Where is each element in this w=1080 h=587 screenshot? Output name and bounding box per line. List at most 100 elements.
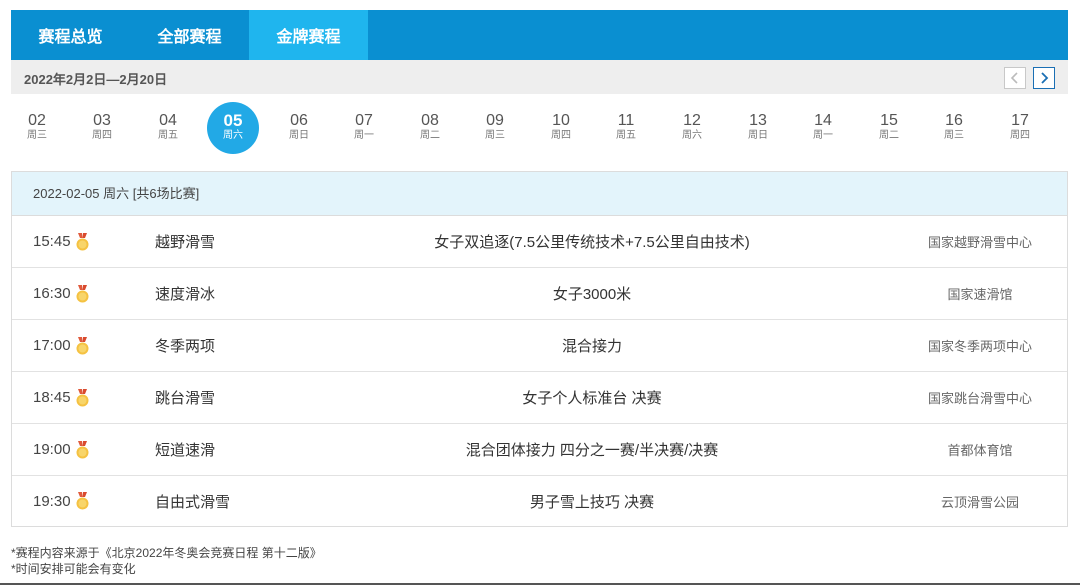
gold-medal-icon xyxy=(76,232,89,250)
event-name: 女子双追逐(7.5公里传统技术+7.5公里自由技术) xyxy=(434,234,750,251)
day-item[interactable]: 14 周一 xyxy=(797,102,849,154)
day-weekday: 周六 xyxy=(223,130,243,141)
tab-all-schedule[interactable]: 全部赛程 xyxy=(130,10,249,60)
venue-name: 国家跳台滑雪中心 xyxy=(927,391,1032,406)
sport-name: 冬季两项 xyxy=(155,338,216,355)
event-time: 17:00 xyxy=(33,337,71,354)
tab-gold-medal-schedule[interactable]: 金牌赛程 xyxy=(249,10,368,60)
venue-name: 首都体育馆 xyxy=(947,443,1013,458)
event-name: 混合接力 xyxy=(561,338,622,355)
day-weekday: 周二 xyxy=(879,130,899,141)
chevron-right-icon xyxy=(1041,72,1049,84)
day-item[interactable]: 06 周日 xyxy=(273,102,325,154)
event-name: 女子个人标准台 决赛 xyxy=(522,390,662,407)
table-row[interactable]: 18:45 跳台滑雪 女子个人标准台 决赛 国家跳台滑雪中心 xyxy=(12,372,1067,424)
day-weekday: 周一 xyxy=(354,130,374,141)
day-number: 07 xyxy=(355,112,373,129)
table-row[interactable]: 19:00 短道速滑 混合团体接力 四分之一赛/半决赛/决赛 首都体育馆 xyxy=(12,424,1067,476)
day-item[interactable]: 16 周三 xyxy=(928,102,980,154)
gold-medal-icon xyxy=(76,440,89,458)
prev-button[interactable] xyxy=(1004,67,1026,89)
day-number: 16 xyxy=(945,112,963,129)
day-number: 12 xyxy=(683,112,701,129)
day-weekday: 周一 xyxy=(813,130,833,141)
divider xyxy=(0,583,1080,585)
day-item[interactable]: 15 周二 xyxy=(863,102,915,154)
sport-name: 自由式滑雪 xyxy=(155,493,231,511)
day-weekday: 周日 xyxy=(289,130,309,141)
table-row[interactable]: 17:00 冬季两项 混合接力 国家冬季两项中心 xyxy=(12,320,1067,372)
event-time: 16:30 xyxy=(33,285,71,302)
day-item[interactable]: 12 周六 xyxy=(666,102,718,154)
chevron-left-icon xyxy=(1010,72,1018,84)
gold-medal-icon xyxy=(76,284,89,302)
day-item[interactable]: 07 周一 xyxy=(338,102,390,154)
day-weekday: 周日 xyxy=(748,130,768,141)
sport-name: 短道速滑 xyxy=(155,442,216,459)
time-cell: 18:45 xyxy=(33,372,90,423)
day-number: 02 xyxy=(28,112,46,129)
day-number: 06 xyxy=(290,112,308,129)
day-number: 04 xyxy=(159,112,177,129)
event-time: 15:45 xyxy=(33,233,71,250)
venue-name: 国家冬季两项中心 xyxy=(927,339,1032,354)
footnote-disclaimer: *时间安排可能会有变化 xyxy=(11,562,136,576)
venue-name: 国家速滑馆 xyxy=(947,287,1013,302)
footnotes: *赛程内容来源于《北京2022年冬奥会竞赛日程 第十二版》 *时间安排可能会有变… xyxy=(11,545,322,577)
sport-name: 速度滑冰 xyxy=(155,286,216,303)
day-item[interactable]: 03 周四 xyxy=(76,102,128,154)
day-item[interactable]: 02 周三 xyxy=(11,102,63,154)
day-item[interactable]: 10 周四 xyxy=(535,102,587,154)
venue-name: 云顶滑雪公园 xyxy=(940,494,1019,510)
day-weekday: 周三 xyxy=(485,130,505,141)
day-weekday: 周三 xyxy=(27,130,47,141)
table-row[interactable]: 15:45 越野滑雪 女子双追逐(7.5公里传统技术+7.5公里自由技术) 国家… xyxy=(12,216,1067,268)
day-number: 10 xyxy=(552,112,570,129)
time-cell: 19:00 xyxy=(33,424,90,475)
sport-name: 跳台滑雪 xyxy=(155,390,216,407)
venue-name: 国家越野滑雪中心 xyxy=(927,235,1032,250)
day-number: 09 xyxy=(486,112,504,129)
gold-medal-icon xyxy=(76,388,89,406)
day-item[interactable]: 09 周三 xyxy=(469,102,521,154)
day-weekday: 周四 xyxy=(92,130,112,141)
day-number: 03 xyxy=(93,112,111,129)
day-number: 08 xyxy=(421,112,439,129)
schedule-table: 2022-02-05 周六 [共6场比赛] 15:45 越野滑雪 女子双追逐(7… xyxy=(11,171,1068,527)
day-item[interactable]: 17 周四 xyxy=(994,102,1046,154)
day-selector: 02 周三 03 周四 04 周五 05 周六 06 周日 07 周一 08 周二 09 周三 … xyxy=(11,100,1068,160)
day-number: 13 xyxy=(749,112,767,129)
date-range-label: 2022年2月2日—2月20日 xyxy=(24,72,168,87)
day-weekday: 周五 xyxy=(616,130,636,141)
tab-bar: 赛程总览 全部赛程 金牌赛程 xyxy=(11,10,1068,60)
day-item-selected[interactable]: 05 周六 xyxy=(207,102,259,154)
day-weekday: 周五 xyxy=(158,130,178,141)
day-number: 11 xyxy=(617,112,635,129)
day-item[interactable]: 04 周五 xyxy=(142,102,194,154)
time-cell: 17:00 xyxy=(33,320,90,371)
day-item[interactable]: 11 周五 xyxy=(600,102,652,154)
day-weekday: 周四 xyxy=(551,130,571,141)
sport-name: 越野滑雪 xyxy=(155,234,216,251)
day-number: 05 xyxy=(223,111,243,130)
day-item[interactable]: 13 周日 xyxy=(732,102,784,154)
event-name: 男子雪上技巧 决赛 xyxy=(529,493,655,511)
table-row[interactable]: 19:30 自由式滑雪 男子雪上技巧 决赛 云顶滑雪公园 xyxy=(12,476,1067,526)
event-name: 混合团体接力 四分之一赛/半决赛/决赛 xyxy=(465,442,719,459)
event-time: 18:45 xyxy=(33,389,71,406)
day-weekday: 周三 xyxy=(944,130,964,141)
event-time: 19:00 xyxy=(33,441,71,458)
table-row[interactable]: 16:30 速度滑冰 女子3000米 国家速滑馆 xyxy=(12,268,1067,320)
day-weekday: 周四 xyxy=(1010,130,1030,141)
time-cell: 16:30 xyxy=(33,268,90,319)
schedule-date-header: 2022-02-05 周六 [共6场比赛] xyxy=(12,172,1067,216)
date-range-bar: 2022年2月2日—2月20日 xyxy=(11,60,1068,94)
tab-schedule-overview[interactable]: 赛程总览 xyxy=(11,10,130,60)
next-button[interactable] xyxy=(1033,67,1055,89)
footnote-source: *赛程内容来源于《北京2022年冬奥会竞赛日程 第十二版》 xyxy=(11,546,322,560)
day-number: 14 xyxy=(814,112,832,129)
time-cell: 15:45 xyxy=(33,216,90,267)
day-item[interactable]: 08 周二 xyxy=(404,102,456,154)
gold-medal-icon xyxy=(76,336,89,354)
event-name: 女子3000米 xyxy=(552,286,632,303)
